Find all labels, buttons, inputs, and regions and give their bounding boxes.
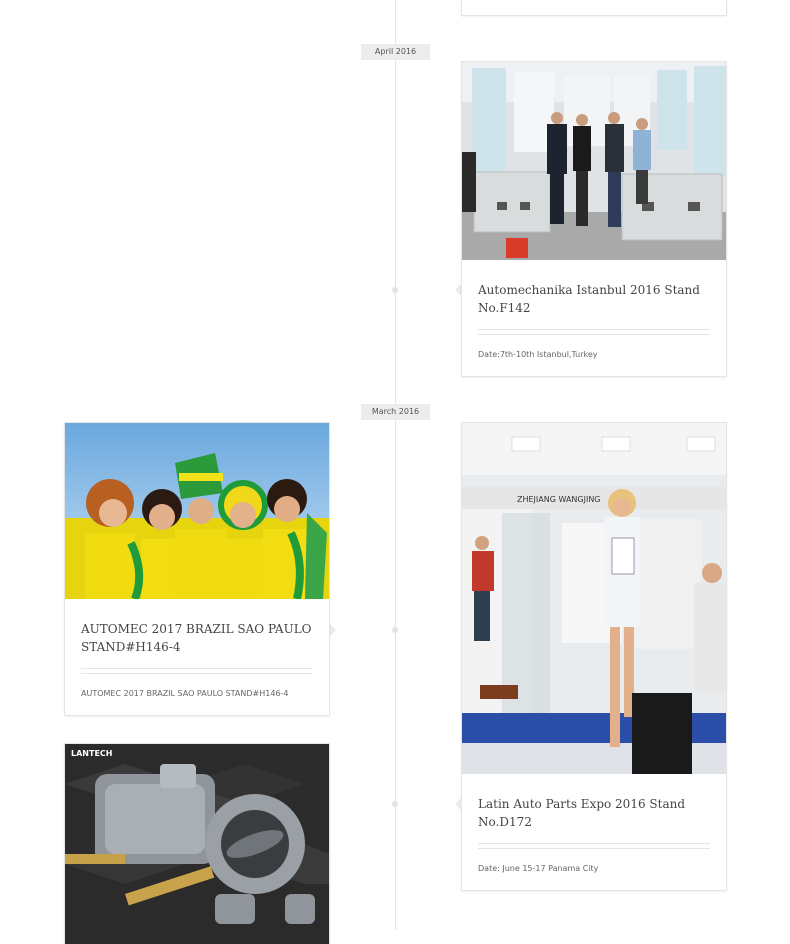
lantech-watermark: LANTECH [71,749,112,758]
card-pointer-arrow [329,623,336,637]
divider [478,843,710,849]
divider [478,329,710,335]
throttle-body-product-photo[interactable]: LANTECH [65,744,329,944]
timeline-dot [392,801,398,807]
divider [81,668,313,674]
trade-show-booth-photo[interactable] [462,62,726,260]
timeline-card-automec-brazil[interactable]: AUTOMEC 2017 BRAZIL SAO PAULO STAND#H146… [65,423,329,715]
timeline-dot [392,627,398,633]
event-date: Date: June 15-17 Panama City [478,864,599,873]
timeline-line [395,0,396,930]
brazil-fans-photo[interactable] [65,423,329,599]
booth-sign: ZHEJIANG WANGJING [517,495,601,504]
timeline-card-previous[interactable] [462,0,726,15]
event-title[interactable]: Latin Auto Parts Expo 2016 Stand No.D172 [478,795,710,831]
month-badge-march-2016: March 2016 [361,404,430,420]
expo-booth-model-photo[interactable]: ZHEJIANG WANGJING [462,423,726,774]
timeline-card-throttle-body[interactable]: LANTECH [65,744,329,944]
event-date: Date:7th-10th Istanbul,Turkey [478,350,598,359]
timeline-card-automechanika-istanbul[interactable]: Automechanika Istanbul 2016 Stand No.F14… [462,62,726,376]
event-title[interactable]: Automechanika Istanbul 2016 Stand No.F14… [478,281,710,317]
timeline-card-latin-auto-parts-expo[interactable]: ZHEJIANG WANGJING Latin Auto Parts Expo … [462,423,726,890]
event-description: AUTOMEC 2017 BRAZIL SAO PAULO STAND#H146… [81,689,289,698]
card-pointer-arrow [455,797,462,811]
card-pointer-arrow [455,283,462,297]
event-title[interactable]: AUTOMEC 2017 BRAZIL SAO PAULO STAND#H146… [81,620,313,656]
timeline-dot [392,287,398,293]
month-badge-april-2016: April 2016 [361,44,430,60]
